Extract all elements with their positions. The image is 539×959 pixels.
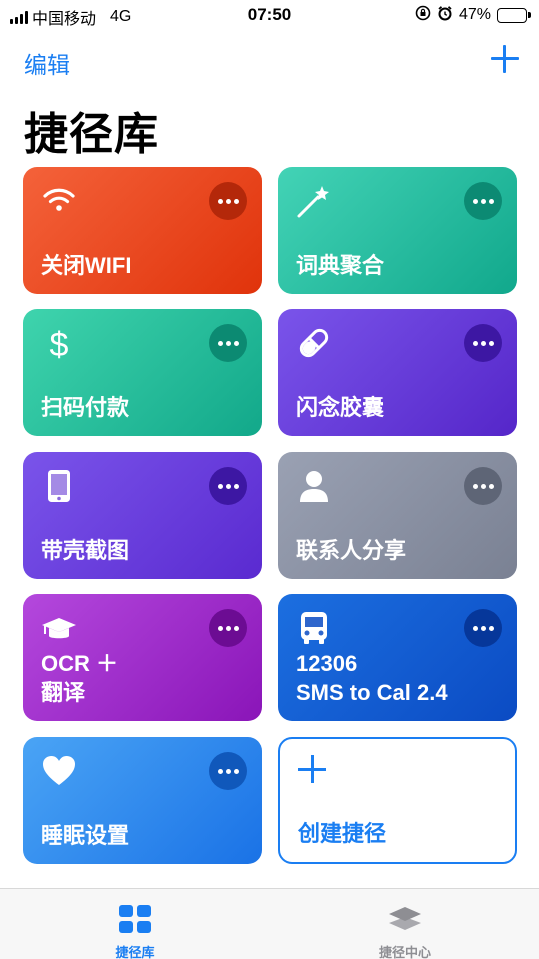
edit-button[interactable]: 编辑 bbox=[24, 46, 70, 80]
battery-icon bbox=[497, 7, 531, 23]
create-shortcut-label: 创建捷径 bbox=[298, 821, 387, 846]
shortcut-tile-framed-screenshot[interactable]: 带壳截图 bbox=[23, 452, 262, 579]
shortcut-label: 闪念胶囊 bbox=[296, 395, 385, 420]
shortcut-label: 词典聚合 bbox=[296, 253, 385, 278]
shortcut-label: 带壳截图 bbox=[41, 538, 130, 563]
tab-gallery[interactable]: 捷径中心 bbox=[335, 889, 475, 959]
more-options-button[interactable] bbox=[464, 324, 502, 362]
more-options-button[interactable] bbox=[209, 609, 247, 647]
shortcut-tile-ocr-translate[interactable]: OCR ＋ 翻译 bbox=[23, 594, 262, 721]
more-options-button[interactable] bbox=[464, 182, 502, 220]
rotation-lock-icon bbox=[415, 5, 431, 25]
person-icon bbox=[296, 468, 332, 504]
shortcut-tile-contact-share[interactable]: 联系人分享 bbox=[278, 452, 517, 579]
wifi-icon bbox=[41, 183, 77, 219]
shortcut-label: 关闭WIFI bbox=[41, 253, 132, 278]
more-options-button[interactable] bbox=[464, 609, 502, 647]
tab-library-label: 捷径库 bbox=[115, 945, 155, 959]
more-options-button[interactable] bbox=[209, 182, 247, 220]
phone-icon bbox=[41, 468, 77, 504]
bus-icon bbox=[296, 610, 332, 646]
shortcut-tile-scan-pay[interactable]: $ 扫码付款 bbox=[23, 309, 262, 436]
alarm-icon bbox=[437, 5, 453, 25]
shortcut-label: 扫码付款 bbox=[41, 395, 130, 420]
more-options-button[interactable] bbox=[209, 467, 247, 505]
graduation-cap-icon bbox=[41, 610, 77, 646]
magic-wand-icon bbox=[296, 183, 332, 219]
tab-gallery-label: 捷径中心 bbox=[378, 945, 431, 959]
page-title: 捷径库 bbox=[24, 110, 159, 159]
status-right: 47% bbox=[415, 5, 531, 25]
create-shortcut-button[interactable]: 创建捷径 bbox=[278, 737, 517, 864]
more-options-button[interactable] bbox=[209, 324, 247, 362]
tab-library[interactable]: 捷径库 bbox=[65, 889, 205, 959]
dollar-icon: $ bbox=[41, 325, 77, 364]
pill-icon bbox=[296, 325, 332, 361]
shortcut-tile-idea-capsule[interactable]: 闪念胶囊 bbox=[278, 309, 517, 436]
shortcut-label: 12306 SMS to Cal 2.4 bbox=[296, 651, 448, 705]
shortcut-tile-dictionary[interactable]: 词典聚合 bbox=[278, 167, 517, 294]
grid-icon bbox=[117, 901, 153, 937]
add-shortcut-button[interactable] bbox=[488, 42, 522, 76]
shortcut-label: 联系人分享 bbox=[296, 538, 407, 563]
more-options-button[interactable] bbox=[209, 752, 247, 790]
plus-icon bbox=[296, 753, 328, 785]
status-bar: 中国移动 4G 07:50 47% bbox=[0, 0, 539, 30]
tab-bar: 捷径库 捷径中心 bbox=[0, 888, 539, 959]
layers-icon bbox=[387, 901, 423, 937]
battery-percent: 47% bbox=[458, 6, 491, 23]
shortcut-label: OCR ＋ 翻译 bbox=[41, 651, 119, 705]
more-options-button[interactable] bbox=[464, 467, 502, 505]
shortcut-tile-sleep-settings[interactable]: 睡眠设置 bbox=[23, 737, 262, 864]
shortcut-tile-close-wifi[interactable]: 关闭WIFI bbox=[23, 167, 262, 294]
svg-text:$: $ bbox=[50, 326, 69, 361]
shortcut-tile-12306-sms[interactable]: 12306 SMS to Cal 2.4 bbox=[278, 594, 517, 721]
heart-icon bbox=[41, 753, 77, 789]
shortcut-label: 睡眠设置 bbox=[41, 823, 130, 848]
